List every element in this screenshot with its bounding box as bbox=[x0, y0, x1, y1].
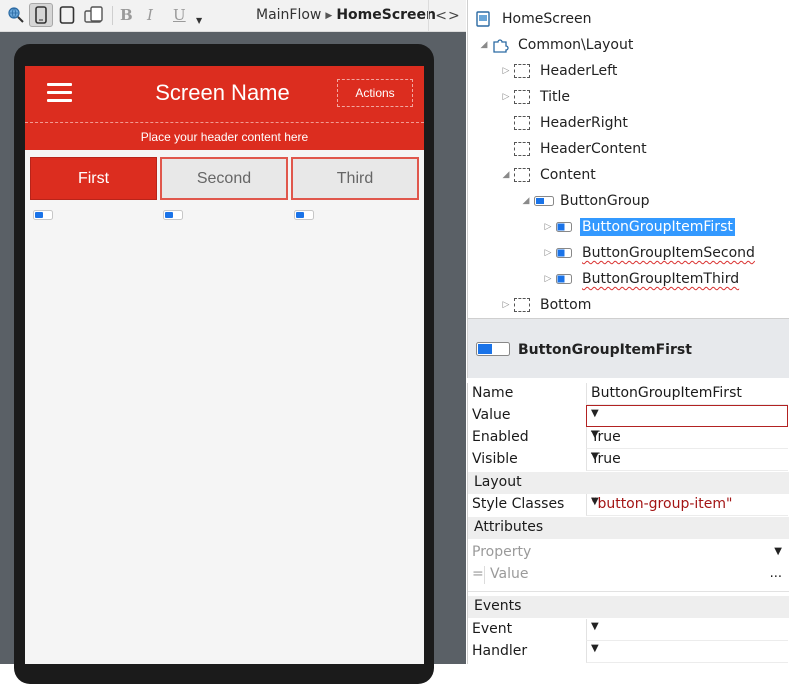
button-group-item-first[interactable]: First bbox=[30, 157, 157, 200]
tree-node-bottom[interactable]: ▷ Bottom bbox=[500, 294, 593, 316]
properties-header: ButtonGroupItemFirst bbox=[467, 318, 789, 378]
button-group-widget-icon bbox=[33, 208, 53, 220]
expand-arrow-icon[interactable]: ▷ bbox=[542, 248, 554, 258]
screen-icon bbox=[476, 11, 496, 27]
event-select[interactable]: ▼ bbox=[586, 619, 788, 641]
property-row-event: Event ▼ bbox=[468, 619, 789, 641]
tree-node-headerleft[interactable]: ▷ HeaderLeft bbox=[500, 60, 619, 82]
collapse-arrow-icon[interactable]: ◢ bbox=[500, 170, 512, 180]
italic-button[interactable]: I bbox=[147, 6, 153, 24]
name-field[interactable]: ButtonGroupItemFirst bbox=[586, 383, 788, 405]
web-preview-icon[interactable] bbox=[4, 3, 28, 27]
chevron-down-icon[interactable]: ▼ bbox=[774, 546, 782, 557]
breadcrumb: MainFlow ▶ HomeScreen bbox=[256, 7, 436, 23]
tablet-preview-icon[interactable] bbox=[55, 3, 79, 27]
style-classes-field[interactable]: "button-group-item" ▼ bbox=[586, 494, 788, 516]
widget-tree: HomeScreen ◢ Common\Layout ▷ HeaderLeft … bbox=[467, 0, 789, 318]
chevron-down-icon[interactable]: ▼ bbox=[591, 643, 780, 654]
handler-select[interactable]: ▼ bbox=[586, 641, 788, 663]
underline-button[interactable]: U bbox=[173, 6, 186, 24]
collapse-arrow-icon[interactable]: ◢ bbox=[520, 196, 532, 206]
property-row-style-classes: Style Classes "button-group-item" ▼ bbox=[468, 494, 789, 516]
chevron-down-icon[interactable]: ▼ bbox=[591, 429, 780, 440]
breadcrumb-current: HomeScreen bbox=[336, 7, 436, 23]
chevron-down-icon[interactable]: ▼ bbox=[591, 408, 779, 419]
tree-node-buttongroup[interactable]: ◢ ButtonGroup bbox=[520, 190, 652, 212]
tree-node-buttongroupitemfirst[interactable]: ▷ ButtonGroupItemFirst bbox=[542, 216, 735, 238]
events-section-header[interactable]: Events bbox=[468, 596, 789, 618]
button-group-icon bbox=[534, 193, 554, 209]
tree-node-homescreen[interactable]: HomeScreen bbox=[476, 8, 593, 30]
expand-arrow-icon[interactable]: ▷ bbox=[500, 92, 512, 102]
property-row-enabled: Enabled True ▼ bbox=[468, 427, 789, 449]
attributes-section-header[interactable]: Attributes bbox=[468, 517, 789, 539]
tree-node-buttongroupitemsecond[interactable]: ▷ ButtonGroupItemSecond bbox=[542, 242, 757, 264]
button-group-item-third[interactable]: Third bbox=[291, 157, 419, 200]
visible-select[interactable]: True ▼ bbox=[586, 449, 788, 471]
phone-preview-icon[interactable] bbox=[29, 3, 53, 27]
button-group-item-icon bbox=[476, 342, 510, 360]
rotate-orientation-icon[interactable] bbox=[82, 3, 106, 27]
breadcrumb-separator-icon: ▶ bbox=[325, 11, 333, 21]
placeholder-icon bbox=[514, 115, 534, 131]
tree-node-headercontent[interactable]: HeaderContent bbox=[500, 138, 649, 160]
equals-sign: = bbox=[472, 566, 484, 582]
properties-title: ButtonGroupItemFirst bbox=[518, 342, 692, 358]
breadcrumb-parent[interactable]: MainFlow bbox=[256, 7, 321, 23]
code-view-button[interactable]: <> bbox=[428, 0, 467, 31]
more-formatting-dropdown-icon[interactable]: ▼ bbox=[196, 16, 202, 25]
property-row-value: Value ▼ bbox=[468, 405, 789, 427]
header-content-placeholder[interactable]: Place your header content here bbox=[25, 122, 424, 150]
button-group-widget-icon bbox=[294, 208, 314, 220]
puzzle-block-icon bbox=[492, 37, 512, 53]
tree-node-buttongroupitemthird[interactable]: ▷ ButtonGroupItemThird bbox=[542, 268, 741, 290]
phone-screen[interactable] bbox=[25, 66, 424, 664]
value-field[interactable]: ▼ bbox=[586, 405, 788, 427]
toolbar-divider bbox=[112, 6, 113, 25]
button-group-item-icon bbox=[556, 219, 576, 235]
attribute-value-field[interactable]: Value bbox=[490, 566, 528, 582]
placeholder-icon bbox=[514, 297, 534, 313]
collapse-arrow-icon[interactable]: ◢ bbox=[478, 40, 490, 50]
more-options-button[interactable]: ... bbox=[770, 566, 782, 581]
button-group-item-second[interactable]: Second bbox=[160, 157, 288, 200]
property-row-visible: Visible True ▼ bbox=[468, 449, 789, 471]
attribute-property-row: Property ▼ bbox=[468, 542, 789, 564]
property-row-handler: Handler ▼ bbox=[468, 641, 789, 663]
chevron-down-icon[interactable]: ▼ bbox=[591, 496, 780, 507]
chevron-down-icon[interactable]: ▼ bbox=[591, 621, 780, 632]
screen-title[interactable]: Screen Name bbox=[140, 80, 305, 106]
expand-arrow-icon[interactable]: ▷ bbox=[542, 274, 554, 284]
tree-node-headerright[interactable]: HeaderRight bbox=[500, 112, 630, 134]
layout-section-header[interactable]: Layout bbox=[468, 472, 789, 494]
button-group-widget-icon bbox=[163, 208, 183, 220]
hamburger-menu-icon[interactable] bbox=[47, 83, 72, 103]
header-actions-placeholder[interactable]: Actions bbox=[337, 79, 413, 107]
attribute-property-field[interactable]: Property bbox=[472, 544, 531, 560]
tree-node-common-layout[interactable]: ◢ Common\Layout bbox=[478, 34, 635, 56]
placeholder-icon bbox=[514, 63, 534, 79]
placeholder-icon bbox=[514, 167, 534, 183]
tree-node-title[interactable]: ▷ Title bbox=[500, 86, 572, 108]
expand-arrow-icon[interactable]: ▷ bbox=[542, 222, 554, 232]
tree-node-content[interactable]: ◢ Content bbox=[500, 164, 598, 186]
designer-toolbar: B I U ▼ MainFlow ▶ HomeScreen <> bbox=[0, 0, 466, 32]
placeholder-icon bbox=[514, 89, 534, 105]
enabled-select[interactable]: True ▼ bbox=[586, 427, 788, 449]
chevron-down-icon[interactable]: ▼ bbox=[591, 451, 780, 462]
button-group-item-icon bbox=[556, 245, 576, 261]
expand-arrow-icon[interactable]: ▷ bbox=[500, 300, 512, 310]
bold-button[interactable]: B bbox=[120, 6, 133, 24]
properties-grid: Name ButtonGroupItemFirst Value ▼ Enable… bbox=[467, 383, 789, 664]
placeholder-icon bbox=[514, 141, 534, 157]
attribute-value-row: = Value ... bbox=[468, 564, 789, 586]
property-row-name: Name ButtonGroupItemFirst bbox=[468, 383, 789, 405]
expand-arrow-icon[interactable]: ▷ bbox=[500, 66, 512, 76]
button-group-item-icon bbox=[556, 271, 576, 287]
